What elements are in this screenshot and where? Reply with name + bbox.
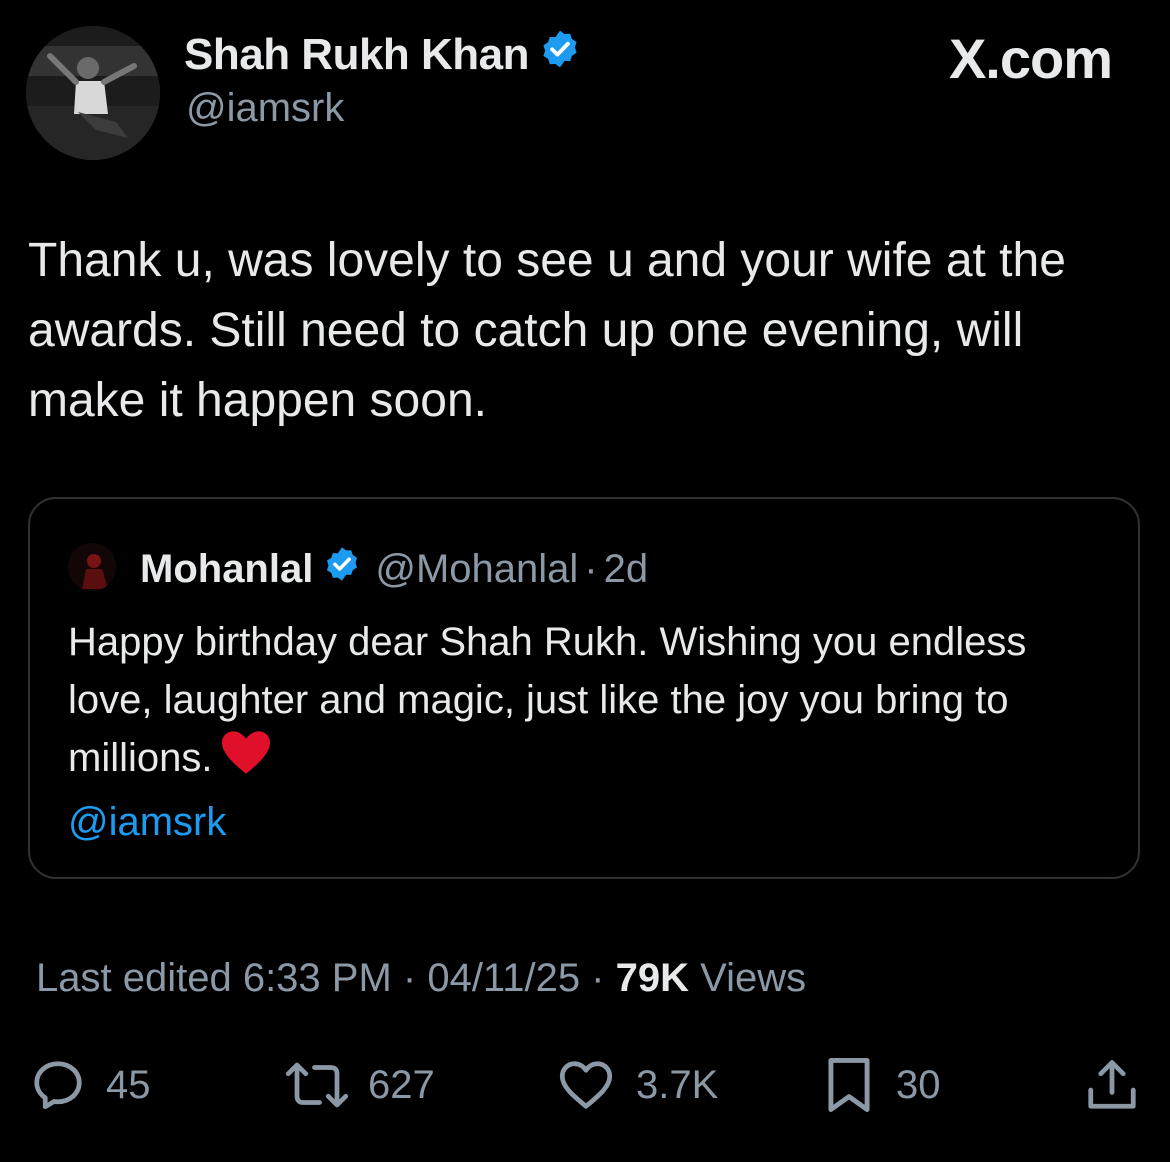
- action-bar: 45 627 3.7K 30: [0, 1050, 1170, 1120]
- quote-mention-link[interactable]: @iamsrk: [68, 793, 1118, 851]
- quote-header: Mohanlal @Mohanlal · 2d: [140, 543, 648, 595]
- author-avatar[interactable]: [26, 26, 160, 160]
- quoted-tweet-card[interactable]: Mohanlal @Mohanlal · 2d Happy birthday d…: [28, 497, 1140, 879]
- repost-count: 627: [368, 1062, 435, 1107]
- quote-time[interactable]: 2d: [604, 547, 649, 592]
- heart-emoji-icon: [220, 729, 272, 793]
- author-handle[interactable]: @iamsrk: [186, 86, 344, 131]
- quote-avatar[interactable]: [68, 543, 116, 591]
- quote-verified-badge-icon: [323, 545, 361, 593]
- views-count: 79K: [615, 956, 690, 1000]
- share-button[interactable]: [1082, 1050, 1142, 1120]
- quote-author-handle[interactable]: @Mohanlal: [375, 547, 578, 592]
- repost-icon: [285, 1062, 349, 1108]
- verified-badge-icon: [539, 28, 581, 81]
- reply-count: 45: [106, 1062, 151, 1107]
- reply-icon: [34, 1061, 82, 1110]
- reply-button[interactable]: 45: [28, 1050, 151, 1120]
- bookmark-button[interactable]: 30: [820, 1050, 941, 1120]
- quote-text-block: Happy birthday dear Shah Rukh. Wishing y…: [68, 613, 1118, 851]
- views-label: Views: [700, 956, 807, 1000]
- quote-text: Happy birthday dear Shah Rukh. Wishing y…: [68, 620, 1027, 780]
- author-name-row[interactable]: Shah Rukh Khan: [184, 28, 581, 81]
- heart-icon: [559, 1061, 613, 1109]
- tweet-text: Thank u, was lovely to see u and your wi…: [28, 234, 1066, 427]
- repost-button[interactable]: 627: [284, 1050, 435, 1120]
- bookmark-icon: [828, 1058, 870, 1112]
- brand-logo: X.com: [948, 27, 1113, 90]
- like-button[interactable]: 3.7K: [554, 1050, 718, 1120]
- share-icon: [1088, 1060, 1136, 1109]
- bookmark-count: 30: [896, 1062, 941, 1107]
- tweet-meta: Last edited 6:33 PM · 04/11/25 · 79K Vie…: [36, 956, 806, 1001]
- edit-timestamp[interactable]: Last edited 6:33 PM · 04/11/25 ·: [36, 956, 605, 1000]
- author-name[interactable]: Shah Rukh Khan: [184, 30, 530, 80]
- like-count: 3.7K: [636, 1062, 719, 1107]
- quote-author-name[interactable]: Mohanlal: [140, 547, 313, 592]
- quote-separator: ·: [584, 546, 598, 591]
